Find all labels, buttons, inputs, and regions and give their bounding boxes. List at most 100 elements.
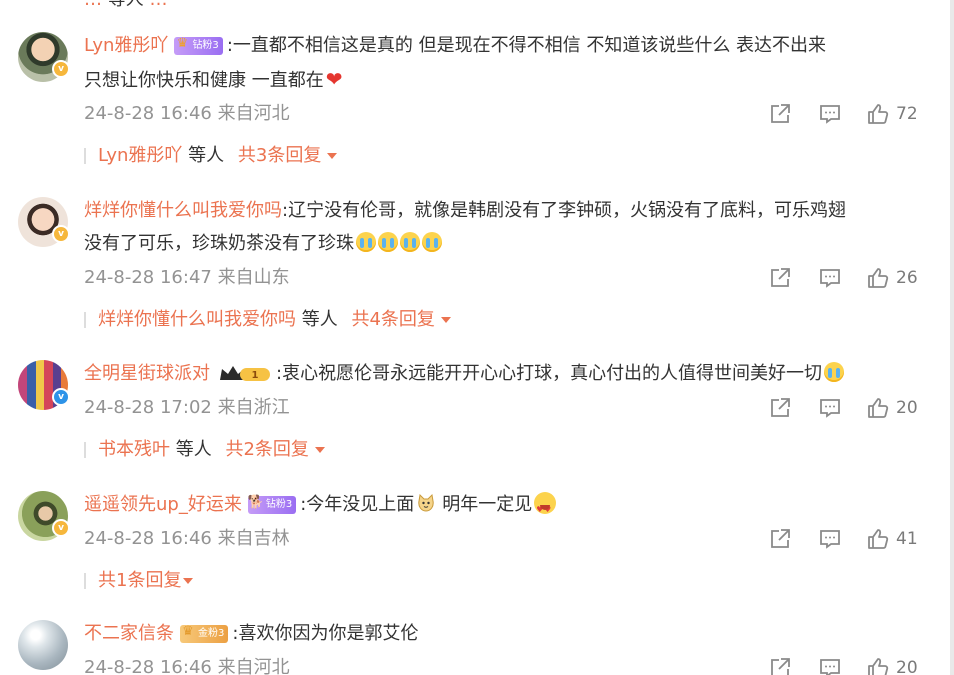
location: 来自河北 (217, 103, 290, 124)
like-button[interactable] (866, 656, 890, 675)
crying-emoji-icon (422, 232, 442, 252)
comment-button[interactable] (818, 527, 842, 551)
reply-summary[interactable]: 书本残叶 等人 共2条回复 (84, 438, 325, 462)
avatar[interactable]: v (18, 491, 70, 541)
like-icon (868, 104, 889, 124)
like-count: 26 (896, 268, 918, 288)
timestamp: 24-8-28 17:02 (84, 397, 212, 418)
avatar[interactable]: v (18, 32, 70, 82)
comment-button[interactable] (818, 656, 842, 675)
share-icon (771, 268, 790, 287)
timestamp: 24-8-28 16:46 (84, 657, 212, 675)
comment-button[interactable] (818, 266, 842, 290)
fan-badge-label: 金粉3 (198, 628, 225, 639)
share-button[interactable] (768, 396, 792, 420)
reply-mid-text: 等人 (175, 439, 212, 460)
username[interactable]: 不二家信条 (84, 623, 174, 644)
share-icon (771, 529, 790, 548)
username[interactable]: 全明星街球派对 (84, 363, 210, 384)
like-count: 41 (896, 529, 918, 549)
like-button[interactable] (866, 527, 890, 551)
location: 来自河北 (217, 657, 290, 675)
comment-icon (820, 105, 840, 124)
location: 来自山东 (217, 267, 290, 288)
username[interactable]: 遥遥领先up_好运来 (84, 494, 242, 515)
comment-button[interactable] (818, 102, 842, 126)
comment-icon (820, 399, 840, 418)
comment-button[interactable] (818, 396, 842, 420)
location: 来自浙江 (217, 397, 290, 418)
like-count: 20 (896, 398, 918, 418)
reply-summary[interactable]: 烊烊你懂什么叫我爱你吗 等人 共4条回复 (84, 308, 451, 332)
reply-name[interactable]: … (84, 0, 102, 10)
heart-eyes-emoji-icon (534, 492, 557, 526)
chevron-down-icon[interactable] (440, 317, 451, 323)
avatar[interactable] (18, 620, 68, 670)
fan-badge-label: 钻粉3 (265, 499, 293, 510)
reply-total-link[interactable]: 共3条回复 (238, 145, 321, 166)
chevron-down-icon[interactable] (314, 447, 325, 453)
comment-text: :衷心祝愿伦哥永远能开开心心打球，真心付出的人值得世间美好一切 (276, 363, 823, 384)
comment-text-cont: 明年一定见 (442, 494, 533, 515)
verified-badge-icon: v (52, 519, 70, 537)
share-button[interactable] (768, 527, 792, 551)
like-icon (868, 529, 889, 549)
timestamp: 24-8-28 16:47 (84, 267, 212, 288)
comment-text: :一直都不相信这是真的 但是现在不得不相信 不知道该说些什么 表达不出来 (226, 35, 827, 56)
timestamp: 24-8-28 16:46 (84, 103, 212, 124)
like-button[interactable] (866, 266, 890, 290)
fan-badge[interactable]: 🐕 钻粉3 (247, 495, 297, 514)
username[interactable]: Lyn雅彤吖 (84, 35, 168, 56)
share-icon (771, 104, 790, 123)
verified-badge-icon: v (52, 225, 70, 243)
partial-reply-row[interactable]: … 等人 … (84, 0, 167, 10)
chevron-down-icon[interactable] (183, 578, 194, 584)
like-icon (868, 268, 889, 288)
reply-divider (84, 573, 86, 589)
action-bar: 41 (768, 527, 928, 551)
reply-name[interactable]: Lyn雅彤吖 (98, 145, 182, 166)
crown-icon: ♛ (182, 624, 194, 639)
chevron-down-icon[interactable] (327, 153, 338, 159)
share-button[interactable] (768, 266, 792, 290)
like-button[interactable] (866, 396, 890, 420)
like-count: 20 (896, 658, 918, 675)
reply-total-link[interactable]: 共4条回复 (351, 309, 434, 330)
avatar[interactable]: v (18, 360, 70, 410)
verified-badge-icon: v (52, 60, 70, 78)
reply-total-link[interactable]: 共1条回复 (98, 570, 181, 591)
vip-crown-badge[interactable]: 1 (218, 363, 272, 385)
fan-badge[interactable]: ♛ 金粉3 (180, 624, 229, 643)
reply-divider (84, 148, 86, 164)
comment-icon (820, 659, 840, 675)
reply-mid-text: 等人 (188, 145, 225, 166)
reply-name[interactable]: 书本残叶 (98, 439, 170, 460)
username[interactable]: 烊烊你懂什么叫我爱你吗 (84, 200, 282, 221)
comment-text-cont: 只想让你快乐和健康 一直都在 (84, 70, 324, 91)
like-icon (868, 398, 889, 418)
comment-icon (820, 269, 840, 288)
action-bar: 20 (768, 396, 928, 420)
fan-badge[interactable]: ♛ 钻粉3 (174, 36, 223, 55)
scrollbar-track[interactable] (950, 0, 954, 675)
timestamp: 24-8-28 16:46 (84, 528, 212, 549)
fan-badge-label: 钻粉3 (192, 40, 219, 51)
share-icon (771, 658, 790, 675)
reply-summary[interactable]: Lyn雅彤吖 等人 共3条回复 (84, 144, 338, 168)
like-button[interactable] (866, 102, 890, 126)
reply-total[interactable]: … (149, 0, 167, 10)
reply-total-link[interactable]: 共2条回复 (225, 439, 308, 460)
crown-icon: 1 (220, 366, 270, 381)
comment-text: :今年没见上面 (300, 494, 415, 515)
share-icon (771, 398, 790, 417)
reply-name[interactable]: 烊烊你懂什么叫我爱你吗 (98, 309, 296, 330)
reply-summary[interactable]: 共1条回复 (84, 569, 194, 593)
avatar[interactable]: v (18, 197, 70, 247)
verified-badge-icon: v (52, 388, 70, 406)
share-button[interactable] (768, 102, 792, 126)
reply-mid-text: 等人 (108, 0, 144, 10)
reply-divider (84, 312, 86, 328)
dog-badge-icon: 🐕 (247, 495, 264, 510)
share-button[interactable] (768, 656, 792, 675)
crying-emoji-icon (356, 232, 376, 252)
